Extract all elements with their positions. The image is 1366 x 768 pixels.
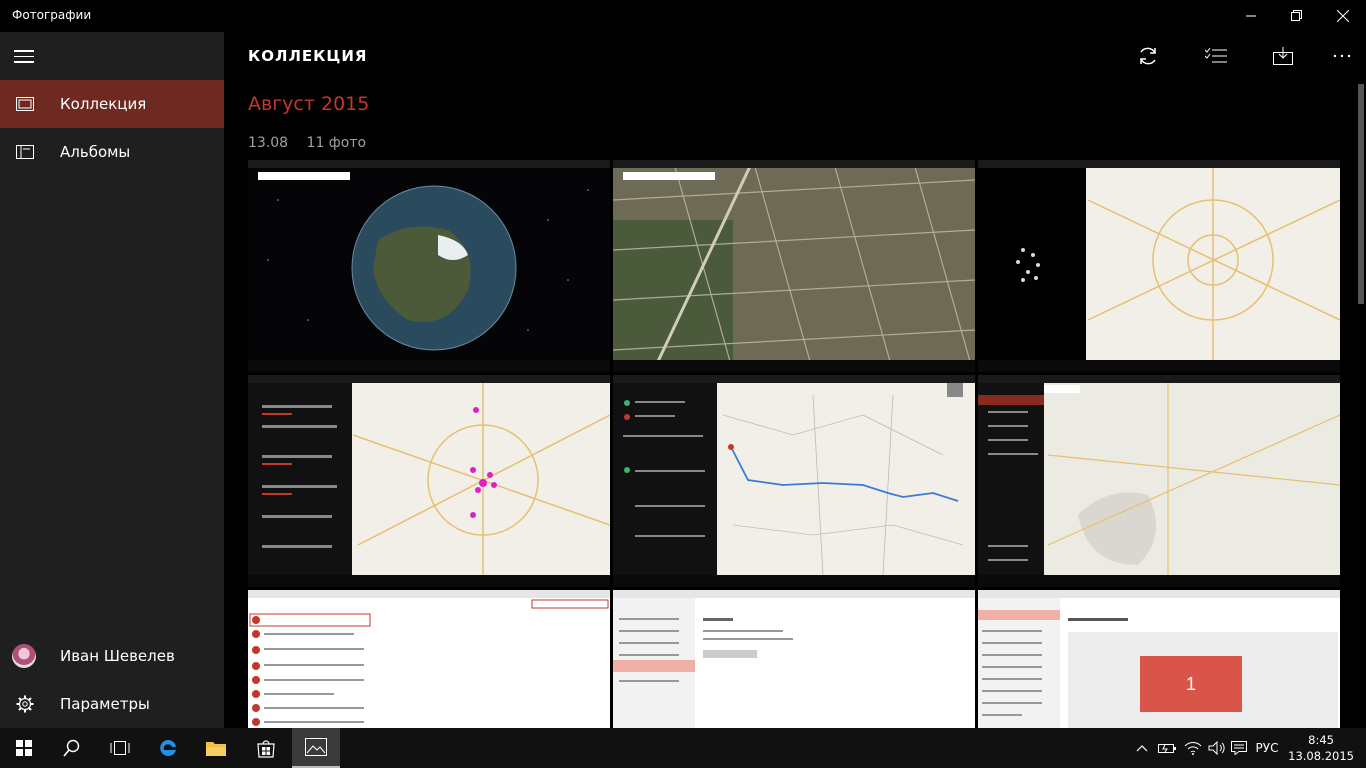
avatar bbox=[12, 644, 36, 668]
taskbar: РУС 8:45 13.08.2015 bbox=[0, 728, 1366, 768]
albums-icon bbox=[16, 145, 34, 159]
nav-item-albums-label: Альбомы bbox=[60, 143, 131, 161]
nav-item-settings[interactable]: Параметры bbox=[0, 680, 224, 728]
language-indicator[interactable]: РУС bbox=[1252, 728, 1282, 768]
folder-icon bbox=[206, 742, 226, 756]
close-icon bbox=[1337, 10, 1349, 22]
photo-thumbnail[interactable] bbox=[248, 160, 610, 372]
collection-view: Август 2015 13.08 11 фото 1 bbox=[224, 80, 1366, 728]
hamburger-menu-icon[interactable] bbox=[14, 50, 34, 64]
start-button[interactable] bbox=[0, 728, 48, 768]
clock[interactable]: 8:45 13.08.2015 bbox=[1288, 732, 1354, 764]
notification-icon bbox=[1231, 741, 1247, 755]
nav-item-collection[interactable]: Коллекция bbox=[0, 80, 224, 128]
maps-search-results-screenshot bbox=[248, 375, 610, 587]
action-center-button[interactable] bbox=[1228, 728, 1250, 768]
app-title: Фотографии bbox=[12, 8, 92, 22]
minimize-icon bbox=[1246, 15, 1256, 17]
restore-icon bbox=[1291, 10, 1302, 21]
maps-favorites-screenshot bbox=[978, 160, 1340, 372]
nav-item-collection-label: Коллекция bbox=[60, 95, 147, 113]
settings-label: Параметры bbox=[60, 695, 150, 713]
close-button[interactable] bbox=[1320, 0, 1366, 32]
search-icon bbox=[63, 739, 80, 757]
photos-icon bbox=[305, 738, 327, 756]
date-group-header: 13.08 11 фото bbox=[248, 135, 380, 151]
import-icon bbox=[1273, 47, 1293, 65]
edge-taskbar-button[interactable] bbox=[144, 728, 192, 768]
date-label: 13.08 bbox=[248, 135, 289, 151]
collection-icon bbox=[16, 97, 34, 111]
more-button[interactable] bbox=[1322, 40, 1362, 72]
user-name: Иван Шевелев bbox=[60, 647, 175, 665]
scrollbar[interactable] bbox=[1358, 84, 1364, 304]
maximize-button[interactable] bbox=[1274, 0, 1320, 32]
photos-taskbar-button[interactable] bbox=[292, 728, 340, 768]
task-view-button[interactable] bbox=[96, 728, 144, 768]
edge-icon bbox=[160, 739, 176, 756]
task-view-icon bbox=[110, 741, 130, 755]
refresh-button[interactable] bbox=[1128, 40, 1168, 72]
speaker-icon bbox=[1208, 741, 1225, 755]
chevron-up-icon bbox=[1136, 745, 1148, 752]
select-icon bbox=[1205, 47, 1227, 63]
month-heading[interactable]: Август 2015 bbox=[248, 93, 369, 115]
battery-tray-button[interactable] bbox=[1156, 728, 1178, 768]
more-icon bbox=[1333, 54, 1351, 58]
search-button[interactable] bbox=[48, 728, 96, 768]
gear-icon bbox=[16, 695, 34, 713]
photo-thumbnail[interactable] bbox=[613, 590, 975, 728]
photo-thumbnail[interactable] bbox=[978, 160, 1340, 372]
photo-count: 11 фото bbox=[306, 135, 367, 151]
photo-thumbnail[interactable] bbox=[248, 590, 610, 728]
volume-tray-button[interactable] bbox=[1206, 728, 1228, 768]
photo-thumbnail[interactable] bbox=[978, 375, 1340, 587]
select-button[interactable] bbox=[1196, 40, 1236, 72]
aerial-map-screenshot bbox=[613, 160, 975, 372]
store-icon bbox=[257, 740, 275, 758]
store-taskbar-button[interactable] bbox=[242, 728, 290, 768]
settings-recovery-screenshot bbox=[248, 590, 610, 728]
battery-icon bbox=[1158, 744, 1176, 753]
photo-thumbnail[interactable] bbox=[248, 375, 610, 587]
photo-thumbnail[interactable]: 1 bbox=[978, 590, 1340, 728]
minimize-button[interactable] bbox=[1228, 0, 1274, 32]
file-explorer-taskbar-button[interactable] bbox=[192, 728, 240, 768]
globe-screenshot bbox=[248, 160, 610, 372]
nav-item-user[interactable]: Иван Шевелев bbox=[0, 632, 224, 680]
navigation-pane: Коллекция Альбомы Иван Шевелев Параметры bbox=[0, 32, 224, 728]
maps-menu-screenshot bbox=[978, 375, 1340, 587]
photo-thumbnail[interactable] bbox=[613, 160, 975, 372]
refresh-icon bbox=[1140, 47, 1156, 65]
display-number-label: 1 bbox=[1185, 673, 1196, 694]
title-bar: Фотографии bbox=[0, 0, 1366, 32]
clock-date: 13.08.2015 bbox=[1288, 749, 1354, 763]
clock-time: 8:45 bbox=[1308, 733, 1334, 747]
page-title: КОЛЛЕКЦИЯ bbox=[248, 47, 368, 65]
nav-item-albums[interactable]: Альбомы bbox=[0, 128, 224, 176]
wifi-tray-button[interactable] bbox=[1182, 728, 1204, 768]
settings-update-screenshot bbox=[613, 590, 975, 728]
photo-thumbnail[interactable] bbox=[613, 375, 975, 587]
show-hidden-icons-button[interactable] bbox=[1134, 728, 1150, 768]
wifi-icon bbox=[1184, 742, 1202, 755]
maps-directions-screenshot bbox=[613, 375, 975, 587]
header: КОЛЛЕКЦИЯ bbox=[224, 32, 1366, 80]
import-button[interactable] bbox=[1263, 40, 1303, 72]
windows-logo-icon bbox=[16, 740, 32, 756]
